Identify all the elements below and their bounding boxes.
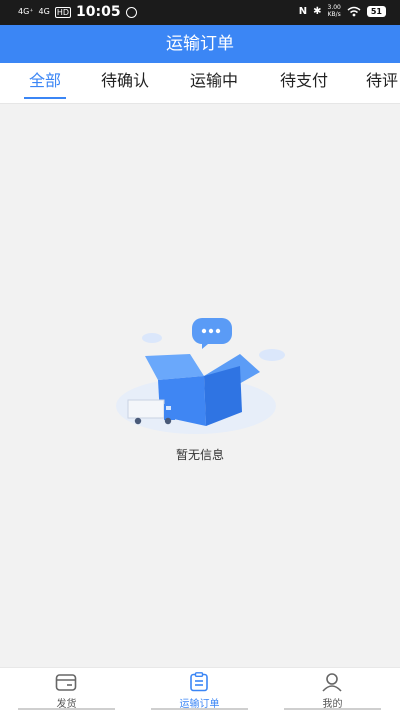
wallet-icon [55, 674, 77, 691]
tab-all[interactable]: 全部 [24, 63, 66, 101]
tab-bar: 全部 待确认 运输中 待支付 待评 [0, 63, 400, 104]
tab-label: 运输中 [189, 71, 238, 90]
nav-underline [151, 708, 248, 710]
battery-icon: 51 [366, 5, 386, 17]
tab-in-transit[interactable]: 运输中 [184, 63, 244, 101]
status-bar: 4G⁺ 4G HD 10:05 N ✱ 3.00 KB/s 51 [0, 0, 400, 25]
clock-icon [125, 6, 137, 18]
wifi-icon [347, 6, 361, 16]
tab-label: 待支付 [279, 71, 328, 90]
empty-state-text: 暂无信息 [175, 448, 224, 462]
bluetooth-icon: ✱ [313, 5, 322, 17]
nav-transport-orders[interactable]: 运输订单 [133, 668, 266, 712]
network-speed: 3.00 KB/s [328, 4, 341, 18]
nav-underline [284, 708, 381, 710]
signal-2: 4G [38, 7, 50, 16]
app-header: 运输订单 [0, 25, 400, 63]
tab-label: 待确认 [100, 71, 149, 90]
nfc-icon: N [298, 5, 308, 17]
clipboard-icon [190, 672, 208, 692]
status-time: 10:05 [76, 4, 121, 20]
hd-badge: HD [54, 6, 71, 18]
user-icon [322, 673, 342, 692]
nav-mine[interactable]: 我的 [266, 668, 399, 712]
tab-label: 待评 [366, 71, 399, 90]
signal-1: 4G⁺ [18, 7, 34, 16]
tab-pending-confirm[interactable]: 待确认 [96, 63, 154, 101]
nav-underline [18, 708, 115, 710]
speed-unit: KB/s [327, 11, 341, 18]
bottom-nav: 发货 运输订单 我的 [0, 667, 400, 712]
tab-pending-payment[interactable]: 待支付 [274, 63, 334, 101]
tab-indicator [24, 97, 66, 99]
nav-ship[interactable]: 发货 [0, 668, 133, 712]
tab-pending-review[interactable]: 待评 [366, 63, 400, 101]
tab-label: 全部 [28, 71, 61, 90]
page-title: 运输订单 [166, 34, 234, 54]
speed-value: 3.00 [327, 4, 341, 11]
